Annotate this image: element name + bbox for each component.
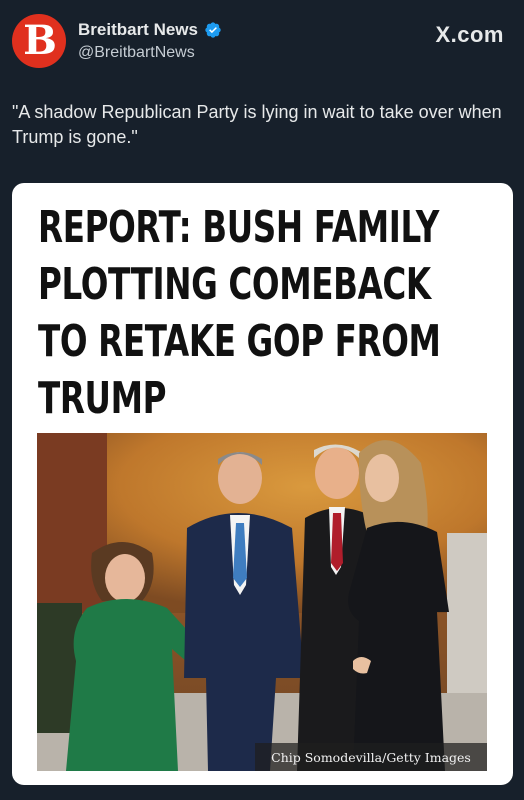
avatar[interactable]: B <box>12 14 66 68</box>
post-text: "A shadow Republican Party is lying in w… <box>12 102 502 147</box>
verified-badge-icon <box>204 21 222 39</box>
name-row: Breitbart News <box>78 20 222 40</box>
article-photo[interactable]: Chip Somodevilla/Getty Images <box>37 433 487 771</box>
post-header: B Breitbart News @BreitbartNews X.com <box>0 0 524 80</box>
display-name[interactable]: Breitbart News <box>78 20 198 40</box>
source-label: X.com <box>435 22 504 47</box>
headline-line: TRUMP <box>38 373 167 424</box>
headline-line: REPORT: BUSH FAMILY <box>38 202 439 253</box>
article-card[interactable]: REPORT: BUSH FAMILY PLOTTING COMEBACK TO… <box>12 183 513 785</box>
avatar-logo-letter: B <box>23 17 57 64</box>
user-handle[interactable]: @BreitbartNews <box>78 44 195 62</box>
photo-illustration <box>37 433 487 771</box>
headline-line: PLOTTING COMEBACK <box>38 259 431 310</box>
article-headline: REPORT: BUSH FAMILY PLOTTING COMEBACK TO… <box>38 199 497 427</box>
photo-credit: Chip Somodevilla/Getty Images <box>255 743 487 771</box>
headline-line: TO RETAKE GOP FROM <box>38 316 441 367</box>
